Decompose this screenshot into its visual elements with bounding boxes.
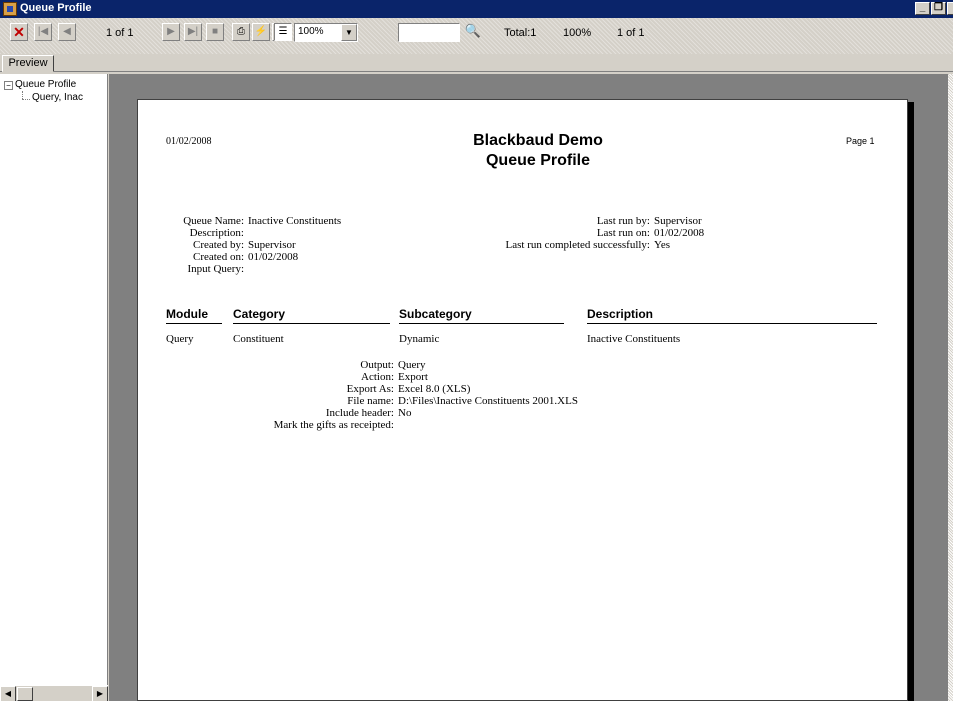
left-fields-label: Queue Name: — [183, 215, 244, 227]
tab-preview[interactable]: Preview — [2, 55, 54, 72]
percent-label: 100% — [563, 27, 592, 39]
column-subcategory: Subcategory — [399, 307, 472, 321]
details-label: Mark the gifts as receipted: — [273, 419, 394, 431]
report-date: 01/02/2008 — [166, 136, 212, 147]
column-module: Module — [166, 307, 208, 321]
window-title: Queue Profile — [20, 2, 92, 14]
last-page-icon[interactable]: ▶| — [184, 23, 202, 41]
app-icon — [3, 2, 17, 16]
zoom-select[interactable]: 100% ▼ — [294, 23, 358, 42]
minimize-icon[interactable]: _ — [915, 2, 930, 15]
restore-icon[interactable]: ❐ — [931, 2, 946, 15]
toolbar: ✕ |◀ ◀ 1 of 1 ▶ ▶| ■ ⎙ ⚡ ⇪ — [0, 18, 953, 54]
details-value: Export — [398, 371, 428, 383]
page-of-label: 1 of 1 — [617, 27, 645, 39]
tab-row: Preview — [0, 54, 953, 72]
cell-description: Inactive Constituents — [587, 333, 681, 345]
tree-connector — [22, 91, 23, 99]
report-preview-area[interactable]: 01/02/2008 Blackbaud Demo Queue Profile … — [109, 74, 948, 701]
scroll-right-icon[interactable]: ▶ — [92, 686, 108, 701]
group-tree-toggle-icon[interactable]: ☰ — [274, 23, 292, 41]
page-shadow — [908, 102, 914, 701]
total-label: Total:1 — [504, 27, 537, 39]
prev-page-icon[interactable]: ◀ — [58, 23, 76, 41]
tree-item-query[interactable]: Query, Inac — [32, 92, 83, 103]
tree-item-root[interactable]: Queue Profile — [15, 79, 76, 90]
report-org: Blackbaud Demo — [473, 132, 603, 149]
column-category: Category — [233, 307, 286, 321]
scroll-left-icon[interactable]: ◀ — [0, 686, 16, 701]
app-window: Queue Profile _ ❐ ✕ |◀ ◀ 1 of 1 ▶ ▶| ■ ⎙… — [0, 0, 953, 701]
group-tree: − Queue Profile Query, Inac ◀ ▶ — [0, 74, 108, 701]
right-fields-label: Last run completed successfully: — [505, 239, 651, 251]
details-value: D:\Files\Inactive Constituents 2001.XLS — [398, 395, 578, 407]
details-value: No — [398, 407, 412, 419]
cell-module: Query — [166, 333, 194, 345]
refresh-lightning-icon[interactable]: ⚡ — [252, 23, 270, 41]
header-underline-module — [166, 323, 222, 324]
page-indicator: 1 of 1 — [106, 27, 134, 39]
right-fields-label: Last run on: — [596, 227, 650, 239]
header-underline-subcategory — [399, 323, 564, 324]
close-report-button[interactable]: ✕ — [10, 23, 28, 41]
left-fields-value: Supervisor — [248, 239, 296, 251]
left-fields-label: Description: — [189, 227, 244, 239]
details-label: File name: — [347, 395, 394, 407]
cell-category: Constituent — [233, 333, 284, 345]
title-bar: Queue Profile _ ❐ — [0, 0, 953, 18]
column-description: Description — [587, 307, 654, 321]
zoom-value: 100% — [298, 26, 324, 37]
details-label: Action: — [361, 371, 394, 383]
report-title: Queue Profile — [485, 152, 591, 169]
details-label: Include header: — [325, 407, 394, 419]
right-fields-value: Supervisor — [654, 215, 702, 227]
details-label: Export As: — [346, 383, 394, 395]
print-icon[interactable]: ⎙ — [232, 23, 250, 41]
tree-horizontal-scrollbar[interactable]: ◀ ▶ — [0, 685, 108, 701]
binoculars-search-icon[interactable]: 🔍 — [464, 23, 482, 41]
preview-vertical-scrollbar[interactable] — [948, 74, 953, 701]
search-input[interactable] — [398, 23, 460, 42]
stop-icon[interactable]: ■ — [206, 23, 224, 41]
close-window-icon[interactable] — [947, 2, 953, 15]
chevron-down-icon[interactable]: ▼ — [341, 24, 357, 41]
right-fields-value: 01/02/2008 — [654, 227, 705, 239]
right-fields-label: Last run by: — [596, 215, 650, 227]
collapse-icon[interactable]: − — [4, 81, 13, 90]
tree-connector-h — [22, 99, 30, 100]
left-fields-value: Inactive Constituents — [248, 215, 342, 227]
details-label: Output: — [360, 359, 394, 371]
first-page-icon[interactable]: |◀ — [34, 23, 52, 41]
left-fields-label: Created by: — [192, 239, 244, 251]
left-fields-label: Input Query: — [187, 263, 244, 275]
details-value: Excel 8.0 (XLS) — [398, 383, 471, 395]
header-underline-description — [587, 323, 877, 324]
header-underline-category — [233, 323, 390, 324]
left-fields-label: Created on: — [192, 251, 244, 263]
right-fields-value: Yes — [654, 239, 671, 251]
details-value: Query — [398, 359, 426, 371]
scroll-thumb[interactable] — [17, 687, 33, 701]
report-page: 01/02/2008 Blackbaud Demo Queue Profile … — [137, 99, 908, 701]
report-page-number: Page 1 — [846, 136, 875, 146]
cell-subcategory: Dynamic — [399, 333, 440, 345]
next-page-icon[interactable]: ▶ — [162, 23, 180, 41]
left-fields-value: 01/02/2008 — [248, 251, 299, 263]
